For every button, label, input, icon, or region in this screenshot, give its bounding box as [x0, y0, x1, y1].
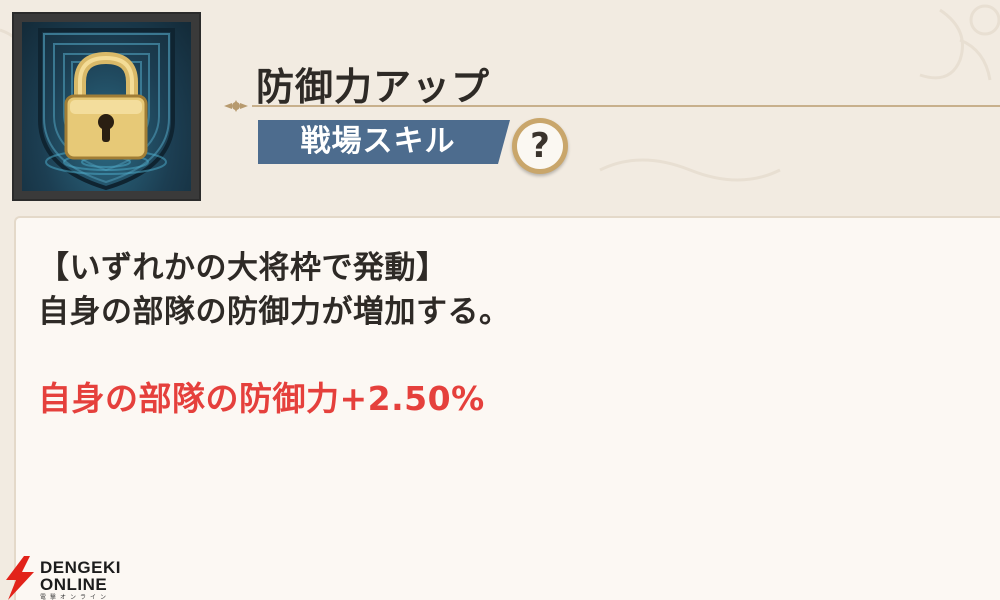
- title-divider: [224, 100, 1000, 112]
- padlock-icon: [38, 28, 175, 191]
- skill-summary: 自身の部隊の防御力が増加する。: [38, 294, 511, 330]
- question-mark-icon: ?: [517, 123, 563, 169]
- skill-icon-frame: [12, 12, 201, 201]
- help-button[interactable]: ?: [512, 118, 568, 174]
- skill-icon: [22, 22, 191, 191]
- skill-type-badge: 戦場スキル: [258, 120, 510, 164]
- skill-detail-screen: 防御力アップ 戦場スキル ? 【いずれかの大将枠で発動】 自身の部隊の防御力が増…: [0, 0, 1000, 600]
- dengeki-online-logo: DENGEKI ONLINE 電撃オンライン: [2, 556, 128, 600]
- logo-subtext: 電撃オンライン: [40, 594, 111, 600]
- lightning-bolt-icon: [6, 556, 34, 600]
- activation-condition: 【いずれかの大将枠で発動】: [38, 250, 448, 286]
- description-panel: 【いずれかの大将枠で発動】 自身の部隊の防御力が増加する。 自身の部隊の防御力+…: [14, 216, 1000, 600]
- skill-effect-value: 自身の部隊の防御力+2.50%: [38, 379, 485, 418]
